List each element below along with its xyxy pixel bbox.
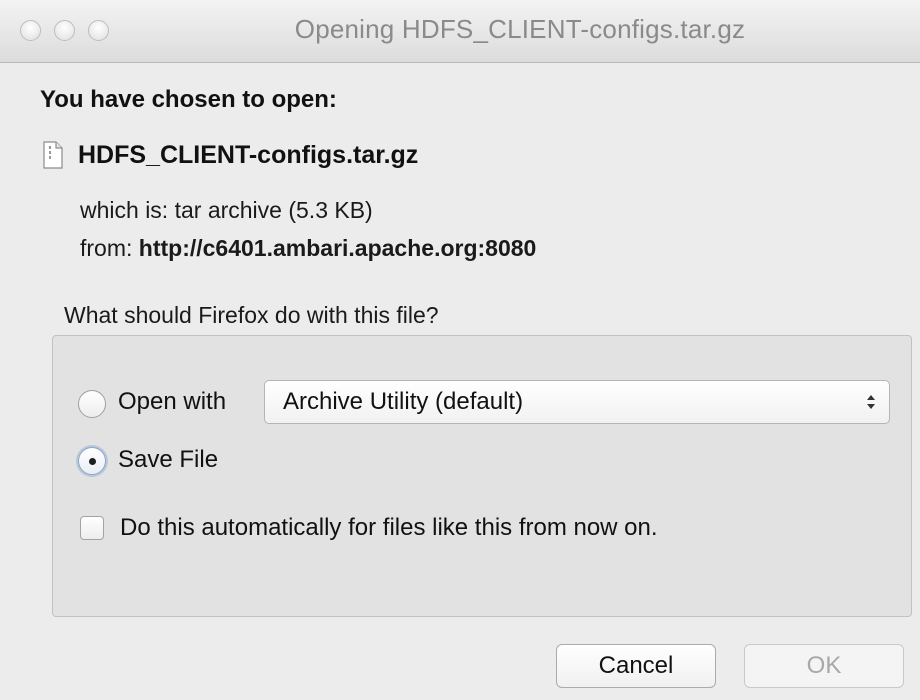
dialog-heading: You have chosen to open: (40, 86, 337, 113)
document-icon (42, 141, 64, 169)
open-with-label[interactable]: Open with (118, 388, 226, 416)
file-name: HDFS_CLIENT-configs.tar.gz (78, 140, 419, 169)
file-row: HDFS_CLIENT-configs.tar.gz (42, 138, 418, 172)
application-select[interactable]: Archive Utility (default) (264, 380, 890, 424)
download-dialog: Opening HDFS_CLIENT-configs.tar.gz You h… (0, 0, 920, 700)
file-type-line: which is: tar archive (5.3 KB) (80, 197, 373, 223)
save-file-radio[interactable] (78, 447, 106, 475)
auto-action-checkbox[interactable] (80, 516, 104, 540)
from-label: from: (80, 235, 133, 261)
ok-button[interactable]: OK (744, 644, 904, 688)
up-down-arrows-icon (865, 390, 877, 414)
application-select-value: Archive Utility (default) (283, 388, 524, 415)
source-url: http://c6401.ambari.apache.org:8080 (138, 235, 537, 261)
auto-action-label[interactable]: Do this automatically for files like thi… (120, 514, 658, 542)
action-options-group (52, 335, 912, 617)
window-title: Opening HDFS_CLIENT-configs.tar.gz (294, 14, 746, 44)
title-bar: Opening HDFS_CLIENT-configs.tar.gz (0, 0, 920, 63)
save-file-label[interactable]: Save File (118, 446, 218, 474)
radio-selected-dot (89, 458, 96, 465)
action-question: What should Firefox do with this file? (64, 302, 439, 328)
cancel-button[interactable]: Cancel (556, 644, 716, 688)
file-source-line: from: http://c6401.ambari.apache.org:808… (80, 235, 536, 262)
open-with-radio[interactable] (78, 390, 106, 418)
